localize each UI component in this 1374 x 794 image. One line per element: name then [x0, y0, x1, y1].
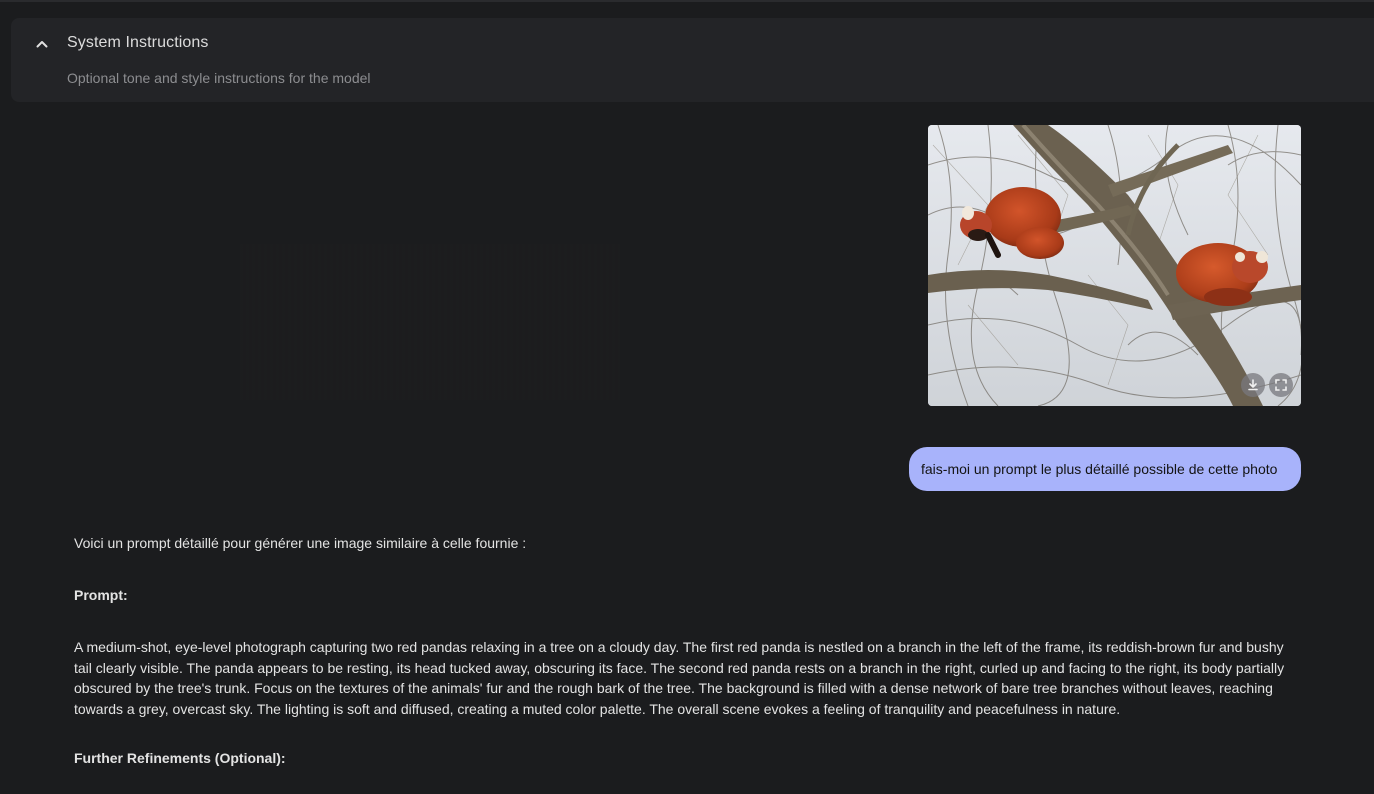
faded-artifact	[240, 244, 620, 400]
system-instructions-placeholder[interactable]: Optional tone and style instructions for…	[67, 70, 371, 86]
attached-photo[interactable]	[928, 125, 1301, 406]
response-prompt-body: A medium-shot, eye-level photograph capt…	[74, 639, 1285, 717]
system-instructions-title: System Instructions	[67, 34, 209, 51]
chevron-up-icon[interactable]	[33, 35, 51, 53]
top-border	[0, 0, 1374, 2]
response-heading-refinements: Further Refinements (Optional):	[74, 750, 286, 766]
download-icon[interactable]	[1241, 373, 1265, 397]
user-message-text: fais-moi un prompt le plus détaillé poss…	[921, 461, 1278, 477]
response-heading-prompt: Prompt:	[74, 587, 128, 603]
response-intro: Voici un prompt détaillé pour générer un…	[74, 535, 527, 551]
system-instructions-panel[interactable]: System Instructions Optional tone and st…	[11, 18, 1374, 102]
user-message-bubble: fais-moi un prompt le plus détaillé poss…	[909, 447, 1301, 491]
fullscreen-icon[interactable]	[1269, 373, 1293, 397]
red-pandas-image	[928, 125, 1301, 406]
